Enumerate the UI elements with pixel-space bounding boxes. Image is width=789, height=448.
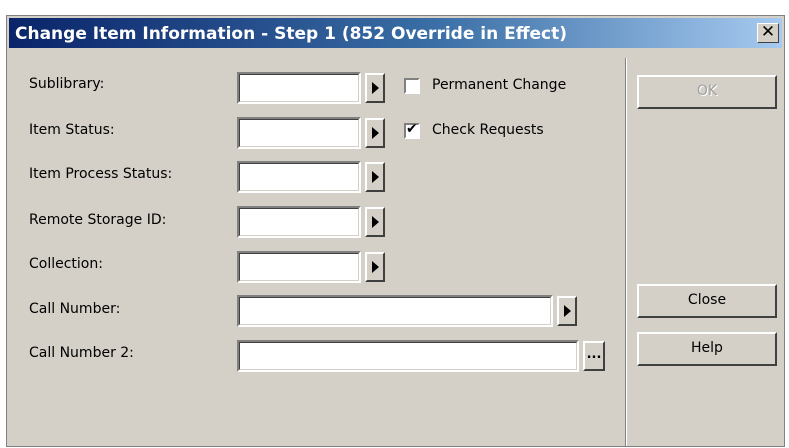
- call-number-dropdown-button[interactable]: [557, 296, 577, 326]
- call-number-field[interactable]: [237, 295, 553, 327]
- checkmark-icon: ✔: [406, 121, 418, 137]
- check-requests-label: Check Requests: [432, 122, 544, 138]
- call-number-2-label: Call Number 2:: [29, 345, 134, 361]
- sublibrary-label: Sublibrary:: [29, 76, 105, 92]
- item-status-label: Item Status:: [29, 122, 115, 138]
- collection-label: Collection:: [29, 256, 103, 272]
- close-button[interactable]: Close: [637, 284, 777, 318]
- item-process-status-label: Item Process Status:: [29, 166, 173, 182]
- vertical-separator: [625, 58, 627, 446]
- call-number-label: Call Number:: [29, 301, 121, 317]
- collection-dropdown-button[interactable]: [365, 252, 385, 282]
- item-process-status-dropdown-button[interactable]: [365, 162, 385, 192]
- check-requests-checkbox[interactable]: ✔: [404, 121, 420, 139]
- call-number-2-field[interactable]: [237, 340, 579, 372]
- call-number-2-browse-button[interactable]: ...: [583, 341, 605, 371]
- arrow-right-icon: [372, 216, 379, 228]
- remote-storage-id-label: Remote Storage ID:: [29, 212, 167, 228]
- arrow-right-icon: [372, 261, 379, 273]
- remote-storage-id-field[interactable]: [237, 206, 361, 238]
- arrow-right-icon: [372, 171, 379, 183]
- help-button[interactable]: Help: [637, 332, 777, 366]
- title-bar[interactable]: Change Item Information - Step 1 (852 Ov…: [9, 18, 782, 48]
- window-title: Change Item Information - Step 1 (852 Ov…: [15, 24, 568, 44]
- remote-storage-id-dropdown-button[interactable]: [365, 207, 385, 237]
- sublibrary-field[interactable]: [237, 72, 361, 104]
- dialog-window: Change Item Information - Step 1 (852 Ov…: [6, 15, 785, 447]
- permanent-change-label: Permanent Change: [432, 77, 567, 93]
- ok-button[interactable]: OK: [637, 75, 777, 109]
- item-status-field[interactable]: [237, 117, 361, 149]
- arrow-right-icon: [564, 305, 571, 317]
- collection-field[interactable]: [237, 251, 361, 283]
- permanent-change-checkbox[interactable]: [404, 78, 420, 94]
- sublibrary-dropdown-button[interactable]: [365, 73, 385, 103]
- item-process-status-field[interactable]: [237, 161, 361, 193]
- arrow-right-icon: [372, 127, 379, 139]
- arrow-right-icon: [372, 82, 379, 94]
- item-status-dropdown-button[interactable]: [365, 118, 385, 148]
- close-icon[interactable]: ✕: [757, 23, 779, 43]
